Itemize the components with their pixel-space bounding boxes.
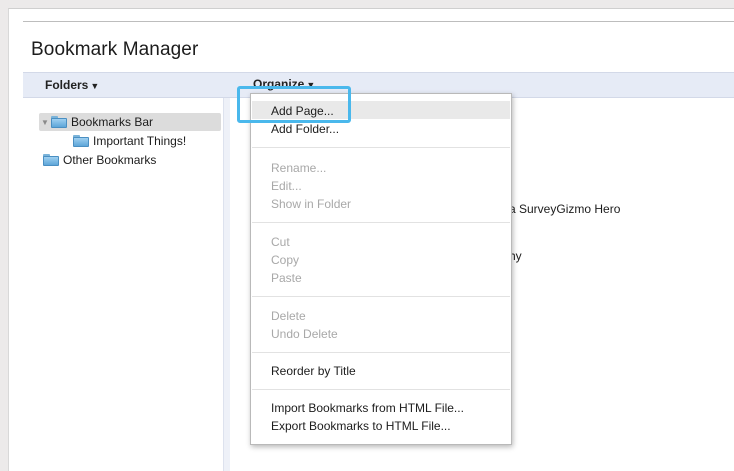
folder-tree: ▼ Bookmarks Bar Important Things! Other B…: [23, 98, 223, 471]
menu-separator: [252, 222, 510, 223]
tree-item-bookmarks-bar[interactable]: ▼ Bookmarks Bar: [39, 113, 221, 131]
menu-item-cut: Cut: [271, 235, 290, 249]
tree-item-other-bookmarks[interactable]: Other Bookmarks: [43, 151, 156, 169]
page-title: Bookmark Manager: [31, 39, 199, 60]
menu-separator: [252, 147, 510, 148]
tree-item-important-things[interactable]: Important Things!: [73, 132, 186, 150]
tree-item-label: Important Things!: [93, 134, 187, 148]
pane-splitter[interactable]: [223, 98, 230, 471]
menu-item-edit: Edit...: [271, 179, 302, 193]
menu-item-paste: Paste: [271, 271, 302, 285]
folder-icon: [43, 154, 59, 166]
menu-item-export-bookmarks[interactable]: Export Bookmarks to HTML File...: [271, 419, 451, 433]
menu-separator: [252, 352, 510, 353]
caret-down-icon: ▼: [90, 81, 100, 91]
organize-menu-button[interactable]: Organize ▼: [253, 77, 315, 91]
menu-item-delete: Delete: [271, 309, 306, 323]
folder-icon: [73, 135, 89, 147]
menu-item-add-page[interactable]: Add Page...: [271, 104, 334, 118]
tree-item-label: Bookmarks Bar: [71, 115, 154, 129]
menu-item-copy: Copy: [271, 253, 300, 267]
menu-separator: [252, 296, 510, 297]
disclosure-triangle-icon[interactable]: ▼: [41, 114, 51, 132]
caret-down-icon: ▼: [306, 80, 316, 90]
folders-menu-label: Folders: [45, 78, 89, 92]
menu-item-undo-delete: Undo Delete: [271, 327, 338, 341]
menu-item-rename: Rename...: [271, 161, 327, 175]
menu-item-import-bookmarks[interactable]: Import Bookmarks from HTML File...: [271, 401, 464, 415]
bookmark-row[interactable]: a SurveyGizmo Hero: [509, 202, 620, 216]
organize-dropdown-menu: Add Page... Add Folder... Rename... Edit…: [250, 93, 512, 445]
menu-item-add-folder[interactable]: Add Folder...: [271, 122, 339, 136]
menu-separator: [252, 389, 510, 390]
tree-item-label: Other Bookmarks: [63, 153, 157, 167]
menu-item-reorder-by-title[interactable]: Reorder by Title: [271, 364, 356, 378]
menu-item-show-in-folder: Show in Folder: [271, 197, 352, 211]
organize-menu-label: Organize: [253, 77, 305, 91]
top-divider: [23, 21, 734, 22]
folder-icon: [51, 116, 67, 128]
folders-menu-button[interactable]: Folders ▼: [45, 78, 99, 92]
